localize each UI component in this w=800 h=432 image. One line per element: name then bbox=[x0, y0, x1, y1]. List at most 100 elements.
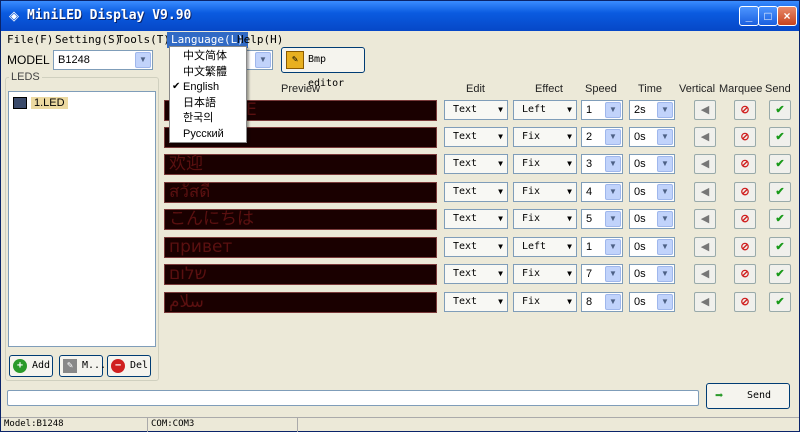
send-check-icon[interactable]: ✔ bbox=[769, 209, 791, 229]
send-check-icon[interactable]: ✔ bbox=[769, 127, 791, 147]
speed-select[interactable]: 3 ▼ bbox=[581, 154, 623, 174]
edit-select[interactable]: Text ▼ bbox=[444, 209, 508, 229]
send-check-icon[interactable]: ✔ bbox=[769, 292, 791, 312]
speed-select[interactable]: 5 ▼ bbox=[581, 209, 623, 229]
caret-down-icon: ▼ bbox=[498, 242, 503, 251]
edit-value: Text bbox=[453, 268, 478, 279]
vertical-icon[interactable]: ◀ bbox=[694, 182, 716, 202]
edit-select[interactable]: Text ▼ bbox=[444, 100, 508, 120]
marquee-icon[interactable]: ⊘ bbox=[734, 154, 756, 174]
time-select[interactable]: 0s ▼ bbox=[629, 237, 675, 257]
header-marquee: Marquee bbox=[719, 83, 763, 95]
edit-select[interactable]: Text ▼ bbox=[444, 237, 508, 257]
send-check-icon[interactable]: ✔ bbox=[769, 182, 791, 202]
minimize-button[interactable]: _ bbox=[739, 6, 759, 26]
time-value: 0s bbox=[634, 186, 646, 198]
effect-select[interactable]: Fix ▼ bbox=[513, 127, 577, 147]
edit-select[interactable]: Text ▼ bbox=[444, 264, 508, 284]
time-select[interactable]: 0s ▼ bbox=[629, 154, 675, 174]
speed-select[interactable]: 1 ▼ bbox=[581, 100, 623, 120]
marquee-icon[interactable]: ⊘ bbox=[734, 182, 756, 202]
speed-select[interactable]: 7 ▼ bbox=[581, 264, 623, 284]
effect-value: Fix bbox=[522, 131, 541, 142]
status-com: COM:COM3 bbox=[148, 418, 298, 432]
edit-select[interactable]: Text ▼ bbox=[444, 154, 508, 174]
language-item[interactable]: 中文简体 bbox=[170, 49, 246, 63]
send-check-icon[interactable]: ✔ bbox=[769, 154, 791, 174]
effect-value: Fix bbox=[522, 158, 541, 169]
time-value: 2s bbox=[634, 104, 646, 116]
time-select[interactable]: 0s ▼ bbox=[629, 182, 675, 202]
send-check-icon[interactable]: ✔ bbox=[769, 100, 791, 120]
edit-value: Text bbox=[453, 104, 478, 115]
menu-tools[interactable]: Tools(T) bbox=[113, 32, 174, 48]
speed-select[interactable]: 4 ▼ bbox=[581, 182, 623, 202]
modify-button[interactable]: ✎ M... bbox=[59, 355, 106, 377]
time-select[interactable]: 0s ▼ bbox=[629, 264, 675, 284]
edit-select[interactable]: Text ▼ bbox=[444, 182, 508, 202]
vertical-icon[interactable]: ◀ bbox=[694, 237, 716, 257]
effect-select[interactable]: Left ▼ bbox=[513, 237, 577, 257]
chevron-down-icon: ▼ bbox=[605, 294, 621, 310]
chevron-down-icon: ▼ bbox=[255, 52, 271, 68]
vertical-icon[interactable]: ◀ bbox=[694, 292, 716, 312]
edit-value: Text bbox=[453, 241, 478, 252]
marquee-icon[interactable]: ⊘ bbox=[734, 127, 756, 147]
time-select[interactable]: 0s ▼ bbox=[629, 127, 675, 147]
vertical-icon[interactable]: ◀ bbox=[694, 209, 716, 229]
send-button[interactable]: ➡ Send bbox=[706, 383, 790, 409]
speed-value: 7 bbox=[586, 268, 593, 280]
delete-button[interactable]: − Del bbox=[107, 355, 151, 377]
time-select[interactable]: 2s ▼ bbox=[629, 100, 675, 120]
list-item[interactable]: 1.LED bbox=[13, 95, 68, 111]
close-button[interactable]: × bbox=[777, 6, 797, 26]
language-item[interactable]: ✔ English bbox=[170, 80, 246, 94]
speed-value: 2 bbox=[586, 131, 593, 143]
chevron-down-icon: ▼ bbox=[605, 129, 621, 145]
model-select[interactable]: B1248 ▼ bbox=[53, 50, 153, 70]
title-bar[interactable]: ◈ MiniLED Display V9.90 _ □ × bbox=[1, 1, 799, 31]
effect-select[interactable]: Left ▼ bbox=[513, 100, 577, 120]
send-check-icon[interactable]: ✔ bbox=[769, 264, 791, 284]
leds-list[interactable]: 1.LED bbox=[8, 91, 156, 347]
speed-select[interactable]: 1 ▼ bbox=[581, 237, 623, 257]
time-select[interactable]: 0s ▼ bbox=[629, 209, 675, 229]
edit-select[interactable]: Text ▼ bbox=[444, 292, 508, 312]
vertical-icon[interactable]: ◀ bbox=[694, 127, 716, 147]
marquee-icon[interactable]: ⊘ bbox=[734, 237, 756, 257]
effect-select[interactable]: Fix ▼ bbox=[513, 182, 577, 202]
marquee-icon[interactable]: ⊘ bbox=[734, 292, 756, 312]
caret-down-icon: ▼ bbox=[498, 132, 503, 141]
add-button[interactable]: + Add bbox=[9, 355, 53, 377]
edit-select[interactable]: Text ▼ bbox=[444, 127, 508, 147]
language-item[interactable]: 中文繁體 bbox=[170, 65, 246, 79]
effect-select[interactable]: Fix ▼ bbox=[513, 209, 577, 229]
effect-select[interactable]: Fix ▼ bbox=[513, 292, 577, 312]
send-check-icon[interactable]: ✔ bbox=[769, 237, 791, 257]
header-vertical: Vertical bbox=[679, 83, 716, 95]
led-preview: привет bbox=[164, 237, 437, 258]
chevron-down-icon: ▼ bbox=[657, 211, 673, 227]
effect-select[interactable]: Fix ▼ bbox=[513, 154, 577, 174]
effect-select[interactable]: Fix ▼ bbox=[513, 264, 577, 284]
pencil-icon: ✎ bbox=[63, 359, 77, 373]
speed-select[interactable]: 2 ▼ bbox=[581, 127, 623, 147]
speed-value: 8 bbox=[586, 296, 593, 308]
header-edit: Edit bbox=[466, 83, 485, 95]
speed-select[interactable]: 8 ▼ bbox=[581, 292, 623, 312]
maximize-button[interactable]: □ bbox=[758, 6, 778, 26]
marquee-icon[interactable]: ⊘ bbox=[734, 209, 756, 229]
language-item[interactable]: Русский bbox=[170, 127, 246, 141]
bmp-editor-button[interactable]: ✎ Bmp editor bbox=[281, 47, 365, 89]
marquee-icon[interactable]: ⊘ bbox=[734, 264, 756, 284]
language-item[interactable]: 한국의 bbox=[170, 111, 246, 125]
language-item[interactable]: 日本語 bbox=[170, 96, 246, 110]
vertical-icon[interactable]: ◀ bbox=[694, 154, 716, 174]
vertical-icon[interactable]: ◀ bbox=[694, 264, 716, 284]
vertical-icon[interactable]: ◀ bbox=[694, 100, 716, 120]
time-value: 0s bbox=[634, 296, 646, 308]
marquee-icon[interactable]: ⊘ bbox=[734, 100, 756, 120]
menu-file[interactable]: File(F) bbox=[3, 32, 57, 48]
status-progress-field[interactable] bbox=[7, 390, 699, 406]
time-select[interactable]: 0s ▼ bbox=[629, 292, 675, 312]
